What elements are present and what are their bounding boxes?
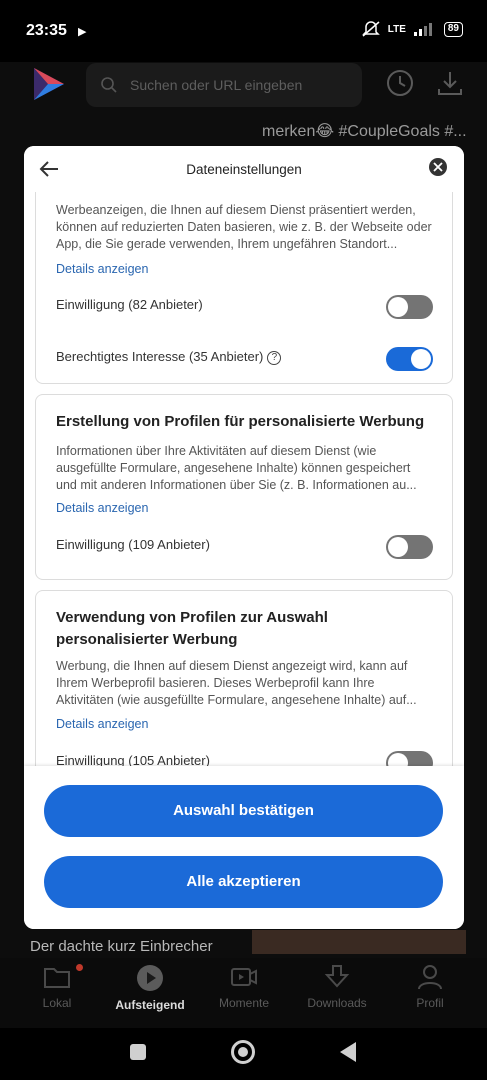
purpose-title: Erstellung von Profilen für personalisie… bbox=[56, 413, 425, 430]
accept-all-button[interactable]: Alle akzeptieren bbox=[44, 856, 443, 908]
purpose-card-use-profiles: Verwendung von Profilen zur Auswahl pers… bbox=[35, 590, 453, 766]
purpose-title: Verwendung von Profilen zur Auswahl pers… bbox=[56, 609, 328, 648]
legitimate-interest-label: Berechtigtes Interesse (35 Anbieter)? bbox=[56, 349, 282, 365]
consent-label: Einwilligung (105 Anbieter) bbox=[56, 753, 210, 766]
consent-label: Einwilligung (109 Anbieter) bbox=[56, 537, 210, 552]
app-logo-icon bbox=[34, 68, 64, 100]
nav-item-momente[interactable]: Momente bbox=[196, 964, 292, 1010]
toggle-knob bbox=[388, 297, 408, 317]
system-navigation bbox=[0, 1028, 487, 1080]
purpose-card-create-profiles: Erstellung von Profilen für personalisie… bbox=[35, 394, 453, 580]
network-type: LTE bbox=[387, 23, 406, 35]
bottom-navigation: Lokal Aufsteigend Momente Downloads Prof… bbox=[0, 958, 487, 1028]
close-icon bbox=[433, 162, 443, 172]
back-button[interactable] bbox=[340, 1042, 356, 1062]
consent-label: Einwilligung (82 Anbieter) bbox=[56, 297, 203, 312]
notification-dot bbox=[76, 964, 83, 971]
status-time: 23:35 bbox=[26, 22, 67, 39]
nav-label: Momente bbox=[218, 996, 270, 1010]
profile-icon bbox=[418, 965, 442, 990]
play-circle-icon bbox=[137, 965, 163, 991]
status-icons: LTE 89 bbox=[361, 21, 463, 37]
legitimate-interest-text: Berechtigtes Interesse (35 Anbieter) bbox=[56, 349, 264, 364]
history-icon[interactable] bbox=[386, 69, 414, 97]
purpose-description: Werbeanzeigen, die Ihnen auf diesem Dien… bbox=[56, 203, 432, 251]
search-icon bbox=[101, 77, 117, 93]
dialog-title: Dateneinstellungen bbox=[186, 162, 302, 177]
folder-icon bbox=[44, 968, 70, 988]
toggle-knob bbox=[388, 537, 408, 557]
search-input[interactable]: Suchen oder URL eingeben bbox=[86, 63, 362, 107]
help-icon[interactable]: ? bbox=[267, 351, 282, 365]
consent-toggle[interactable] bbox=[386, 751, 433, 766]
purpose-description: Informationen über Ihre Aktivitäten auf … bbox=[56, 444, 417, 492]
mute-icon bbox=[361, 21, 380, 37]
consent-toggle[interactable] bbox=[386, 535, 433, 559]
dialog-header: Dateneinstellungen bbox=[24, 146, 464, 192]
status-bar: 23:35 ▶ LTE 89 bbox=[0, 0, 487, 62]
background-feed-snippet: merken😂 #CoupleGoals #... bbox=[262, 123, 467, 140]
nav-label: Aufsteigend bbox=[115, 998, 185, 1012]
search-placeholder: Suchen oder URL eingeben bbox=[130, 77, 303, 93]
video-icon bbox=[231, 968, 257, 986]
nav-item-lokal[interactable]: Lokal bbox=[9, 964, 105, 1010]
signal-icon bbox=[413, 23, 432, 36]
purpose-description: Werbung, die Ihnen auf diesem Dienst ang… bbox=[56, 659, 417, 707]
confirm-selection-button[interactable]: Auswahl bestätigen bbox=[44, 785, 443, 837]
home-button[interactable] bbox=[231, 1040, 255, 1064]
toggle-knob bbox=[411, 349, 431, 369]
nav-item-downloads[interactable]: Downloads bbox=[289, 964, 385, 1010]
nav-label: Downloads bbox=[307, 996, 367, 1010]
close-button[interactable] bbox=[429, 158, 447, 176]
purposes-list[interactable]: Werbeanzeigen, die Ihnen auf diesem Dien… bbox=[24, 192, 464, 766]
consent-toggle[interactable] bbox=[386, 295, 433, 319]
media-play-icon: ▶ bbox=[78, 26, 87, 38]
feed-thumbnail bbox=[252, 930, 466, 954]
consent-dialog: Dateneinstellungen Werbeanzeigen, die Ih… bbox=[24, 146, 464, 929]
battery-indicator: 89 bbox=[443, 21, 463, 37]
nav-label: Lokal bbox=[42, 996, 72, 1010]
feed-caption: Der dachte kurz Einbrecher bbox=[30, 938, 213, 955]
download-icon bbox=[324, 965, 350, 988]
purpose-card-basic-ads: Werbeanzeigen, die Ihnen auf diesem Dien… bbox=[35, 192, 453, 384]
legitimate-interest-toggle[interactable] bbox=[386, 347, 433, 371]
nav-item-aufsteigend[interactable]: Aufsteigend bbox=[102, 964, 198, 1012]
recent-apps-button[interactable] bbox=[130, 1044, 146, 1060]
download-icon[interactable] bbox=[436, 69, 464, 97]
details-link[interactable]: Details anzeigen bbox=[56, 262, 148, 276]
dialog-footer: Auswahl bestätigen Alle akzeptieren bbox=[24, 766, 464, 929]
nav-item-profil[interactable]: Profil bbox=[382, 964, 478, 1010]
toggle-knob bbox=[388, 753, 408, 766]
nav-label: Profil bbox=[416, 996, 444, 1010]
details-link[interactable]: Details anzeigen bbox=[56, 501, 148, 515]
details-link[interactable]: Details anzeigen bbox=[56, 717, 148, 731]
